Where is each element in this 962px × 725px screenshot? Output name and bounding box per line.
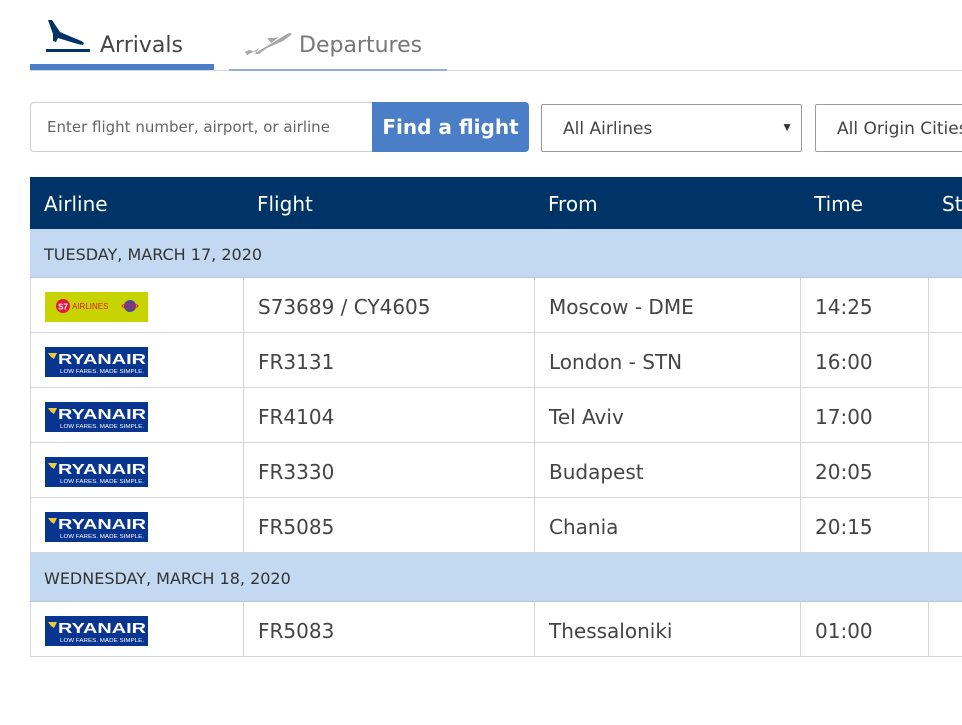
flight-number: FR4104: [258, 405, 335, 429]
arrival-time: 20:05: [815, 460, 873, 484]
flight-number: S73689 / CY4605: [258, 295, 431, 319]
table-header: Airline Flight From Time Status: [30, 177, 962, 229]
s7-airlines-logo: S7 AIRLINES: [45, 292, 148, 322]
airlines-filter-value: All Airlines: [563, 119, 653, 139]
logo-tagline: LOW FARES. MADE SIMPLE.: [60, 479, 145, 485]
logo-wordmark: RYANAIR: [58, 620, 146, 637]
table-row[interactable]: RYANAIR LOW FARES. MADE SIMPLE. FR5085 C…: [30, 498, 962, 553]
flight-search-input[interactable]: [30, 102, 373, 152]
logo-tagline: LOW FARES. MADE SIMPLE.: [60, 369, 145, 375]
ryanair-logo: RYANAIR LOW FARES. MADE SIMPLE.: [45, 457, 148, 487]
ryanair-logo: RYANAIR LOW FARES. MADE SIMPLE.: [45, 347, 148, 377]
origin-city: Thessaloniki: [549, 619, 673, 643]
logo-wordmark: RYANAIR: [58, 461, 146, 478]
arrival-time: 16:00: [815, 350, 873, 374]
origin-city: Moscow - DME: [549, 295, 694, 319]
logo-wordmark: RYANAIR: [58, 516, 146, 533]
arrival-time: 17:00: [815, 405, 873, 429]
arrival-time: 01:00: [815, 619, 873, 643]
date-group-row: TUESDAY, MARCH 17, 2020: [30, 229, 962, 278]
date-group-label: TUESDAY, MARCH 17, 2020: [44, 245, 263, 264]
airlines-filter-select[interactable]: All Airlines ▼: [541, 104, 802, 152]
table-row[interactable]: RYANAIR LOW FARES. MADE SIMPLE. FR4104 T…: [30, 388, 962, 443]
flight-number: FR3330: [258, 460, 335, 484]
plane-takeoff-icon: [243, 28, 293, 61]
logo-wordmark: RYANAIR: [58, 351, 146, 368]
flight-number: FR5083: [258, 619, 335, 643]
flight-number: FR5085: [258, 515, 335, 539]
column-header-airline: Airline: [44, 192, 108, 216]
arrivals-table: Airline Flight From Time Status TUESDAY,…: [30, 177, 962, 657]
table-row[interactable]: RYANAIR LOW FARES. MADE SIMPLE. FR3131 L…: [30, 333, 962, 388]
find-flight-button[interactable]: Find a flight: [372, 102, 529, 152]
origin-city: Tel Aviv: [549, 405, 624, 429]
table-row[interactable]: RYANAIR LOW FARES. MADE SIMPLE. FR5083 T…: [30, 602, 962, 657]
date-group-row: WEDNESDAY, MARCH 18, 2020: [30, 553, 962, 602]
origin-filter-value: All Origin Cities: [837, 119, 962, 139]
column-header-from: From: [548, 192, 598, 216]
flight-number: FR3131: [258, 350, 335, 374]
flight-tabs: Arrivals Departures: [0, 0, 962, 72]
status-cell: [928, 443, 929, 497]
ryanair-logo: RYANAIR LOW FARES. MADE SIMPLE.: [45, 616, 148, 646]
date-group-label: WEDNESDAY, MARCH 18, 2020: [44, 569, 291, 588]
logo-tagline: LOW FARES. MADE SIMPLE.: [60, 424, 145, 430]
logo-wordmark: AIRLINES: [72, 302, 108, 311]
column-header-status: Status: [942, 192, 962, 216]
arrival-time: 20:15: [815, 515, 873, 539]
column-header-flight: Flight: [257, 192, 313, 216]
active-tab-indicator: [30, 64, 214, 70]
logo-tagline: LOW FARES. MADE SIMPLE.: [60, 534, 145, 540]
origin-city: Chania: [549, 515, 619, 539]
status-cell: [928, 278, 929, 332]
arrival-time: 14:25: [815, 295, 873, 319]
tab-underline: [229, 69, 447, 71]
tab-departures[interactable]: Departures: [229, 14, 447, 72]
tab-arrivals[interactable]: Arrivals: [30, 14, 214, 72]
status-cell: [928, 602, 929, 656]
tab-label: Arrivals: [100, 33, 183, 58]
logo-tagline: LOW FARES. MADE SIMPLE.: [60, 638, 145, 644]
logo-wordmark: RYANAIR: [58, 406, 146, 423]
ryanair-logo: RYANAIR LOW FARES. MADE SIMPLE.: [45, 512, 148, 542]
plane-landing-icon: [44, 18, 92, 59]
origin-city: London - STN: [549, 350, 683, 374]
svg-text:S7: S7: [58, 303, 68, 312]
origin-city: Budapest: [549, 460, 644, 484]
table-row[interactable]: RYANAIR LOW FARES. MADE SIMPLE. FR3330 B…: [30, 443, 962, 498]
status-cell: [928, 388, 929, 442]
table-row[interactable]: S7 AIRLINES S73689 / CY4605 Moscow - DME…: [30, 278, 962, 333]
chevron-down-icon: ▼: [781, 120, 793, 134]
tab-label: Departures: [299, 33, 423, 58]
status-cell: [928, 498, 929, 552]
ryanair-logo: RYANAIR LOW FARES. MADE SIMPLE.: [45, 402, 148, 432]
column-header-time: Time: [814, 192, 863, 216]
status-cell: [928, 333, 929, 387]
origin-filter-select[interactable]: All Origin Cities: [815, 104, 962, 152]
